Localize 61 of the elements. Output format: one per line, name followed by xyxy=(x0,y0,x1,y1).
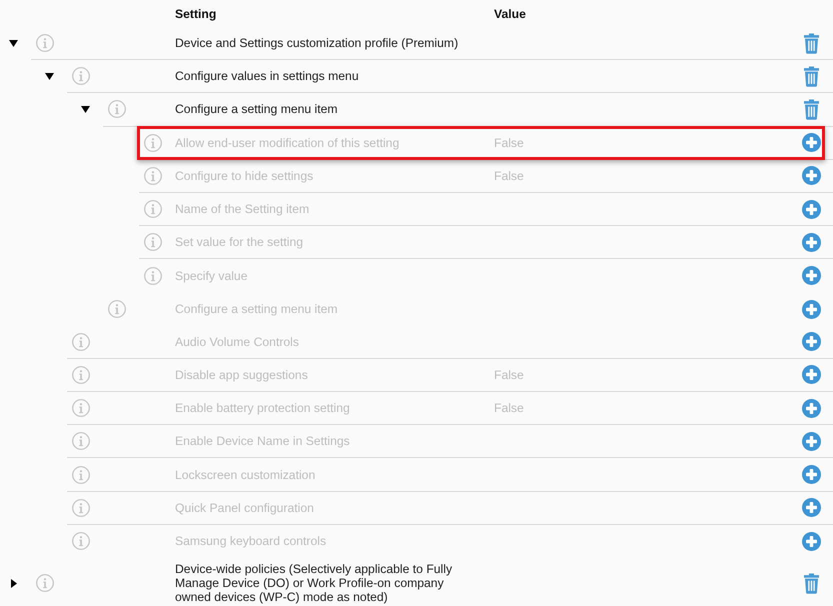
setting-label: Configure to hide settings xyxy=(175,168,314,183)
setting-value: False xyxy=(494,168,524,183)
info-icon[interactable] xyxy=(144,233,162,252)
setting-label: Device and Settings customization profile (Premium) xyxy=(175,36,458,50)
setting-label: Disable app suggestions xyxy=(175,368,308,382)
info-icon[interactable] xyxy=(144,166,162,185)
setting-label: Device-wide policies (Selectively applicable to Fully Manage Device (DO) or Work Profile-on company owned devices (WP-C) mode as noted) xyxy=(175,562,452,604)
setting-label: Audio Volume Controls xyxy=(175,334,299,349)
caret-down-icon[interactable] xyxy=(81,106,90,114)
plus-circle-icon[interactable] xyxy=(802,200,820,219)
trash-icon[interactable] xyxy=(802,572,820,594)
info-icon[interactable] xyxy=(144,200,162,218)
info-icon[interactable] xyxy=(72,366,90,384)
plus-circle-icon[interactable] xyxy=(802,332,820,352)
plus-circle-icon[interactable] xyxy=(802,365,820,384)
setting-label: Configure a setting menu item xyxy=(175,302,338,316)
setting-label: Configure a setting menu item xyxy=(175,102,338,116)
plus-circle-icon[interactable] xyxy=(802,432,820,451)
caret-right-icon[interactable] xyxy=(11,578,17,588)
trash-icon[interactable] xyxy=(802,98,820,120)
info-icon[interactable] xyxy=(72,532,90,550)
info-icon[interactable] xyxy=(144,266,162,285)
caret-down-icon[interactable] xyxy=(45,73,54,80)
info-icon[interactable] xyxy=(144,134,162,152)
trash-icon[interactable] xyxy=(802,66,820,87)
plus-circle-icon[interactable] xyxy=(802,266,820,286)
setting-label: Configure values in settings menu xyxy=(175,69,359,84)
plus-circle-icon[interactable] xyxy=(802,532,820,551)
setting-value: False xyxy=(494,401,524,416)
plus-circle-icon[interactable] xyxy=(802,232,820,252)
setting-label: Name of the Setting item xyxy=(175,202,310,216)
plus-circle-icon[interactable] xyxy=(802,398,820,418)
info-icon[interactable] xyxy=(72,432,90,450)
setting-label: Lockscreen customization xyxy=(175,468,316,482)
plus-circle-icon[interactable] xyxy=(802,133,820,152)
column-header: Value xyxy=(494,6,526,20)
info-icon[interactable] xyxy=(72,399,90,418)
setting-label: Enable battery protection setting xyxy=(175,401,350,416)
setting-value: False xyxy=(494,136,524,150)
plus-circle-icon[interactable] xyxy=(802,166,820,186)
setting-value: False xyxy=(494,368,524,382)
setting-label: Specify value xyxy=(175,268,248,283)
info-icon[interactable] xyxy=(72,466,90,484)
setting-label: Set value for the setting xyxy=(175,235,304,250)
info-icon[interactable] xyxy=(72,498,90,517)
column-header: Setting xyxy=(175,6,216,20)
plus-circle-icon[interactable] xyxy=(802,300,820,319)
setting-label: Quick Panel configuration xyxy=(175,500,314,515)
plus-circle-icon[interactable] xyxy=(802,465,820,484)
info-icon[interactable] xyxy=(72,332,90,351)
caret-down-icon[interactable] xyxy=(9,40,18,48)
info-icon[interactable] xyxy=(108,100,126,118)
trash-icon[interactable] xyxy=(802,32,820,54)
setting-label: Enable Device Name in Settings xyxy=(175,434,350,448)
setting-label: Samsung keyboard controls xyxy=(175,534,326,548)
setting-label: Allow end-user modification of this setting xyxy=(175,136,400,150)
info-icon[interactable] xyxy=(108,300,126,318)
info-icon[interactable] xyxy=(72,67,90,86)
plus-circle-icon[interactable] xyxy=(802,498,820,518)
info-icon[interactable] xyxy=(36,34,54,52)
info-icon[interactable] xyxy=(36,574,54,592)
